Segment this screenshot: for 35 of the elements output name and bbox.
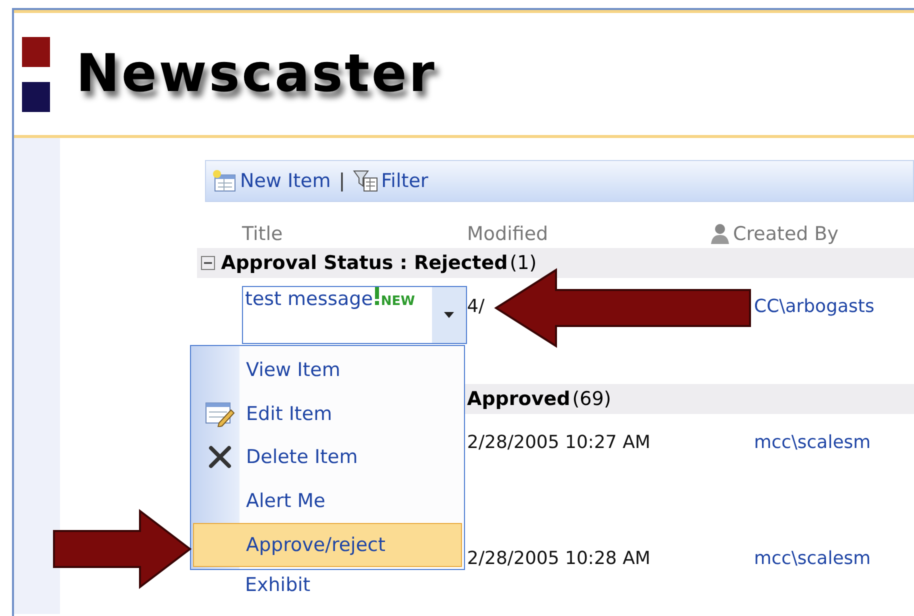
new-item-icon	[212, 169, 238, 193]
edit-icon	[205, 400, 235, 427]
group-label: Approval Status : Rejected	[221, 252, 508, 274]
logo-square	[22, 82, 50, 112]
menu-item[interactable]: Edit Item	[193, 392, 462, 436]
column-header[interactable]: Created By	[709, 220, 839, 248]
author-link[interactable]: mcc\scalesm	[754, 548, 871, 569]
filter-icon	[353, 169, 380, 193]
arrow-icon	[52, 509, 192, 589]
person-icon	[709, 223, 731, 245]
group-label: Approved	[467, 388, 570, 410]
author-link[interactable]: mcc\scalesm	[754, 432, 871, 453]
logo-square	[22, 36, 50, 66]
menu-item[interactable]: Alert Me	[193, 479, 462, 524]
toolbar-separator: |	[338, 170, 346, 192]
modified-cell: 4/	[467, 296, 485, 317]
new-label: NEW	[380, 294, 416, 309]
collapse-toggle[interactable]	[201, 256, 215, 270]
author-link[interactable]: CC\arbogasts	[754, 296, 874, 317]
new-item-button[interactable]: New Item	[212, 169, 331, 193]
exclamation-icon	[372, 287, 381, 305]
delete-icon	[208, 445, 232, 470]
group-count: (69)	[572, 388, 612, 410]
modified-cell: 2/28/2005 10:27 AM	[467, 432, 650, 453]
menu-item[interactable]: Approve/reject	[193, 523, 462, 567]
column-header[interactable]: Title	[242, 220, 283, 248]
group-count: (1)	[510, 252, 537, 274]
title-cell[interactable]: test message NEW	[242, 286, 467, 344]
menu-item[interactable]: View Item	[193, 348, 462, 392]
site-title: Newscaster	[76, 44, 436, 104]
caret-icon	[444, 312, 454, 318]
modified-cell: 2/28/2005 10:28 AM	[467, 548, 650, 569]
column-header[interactable]: Modified	[467, 220, 548, 248]
filter-button[interactable]: Filter	[353, 169, 428, 193]
menu-item[interactable]: Delete Item	[193, 436, 462, 480]
